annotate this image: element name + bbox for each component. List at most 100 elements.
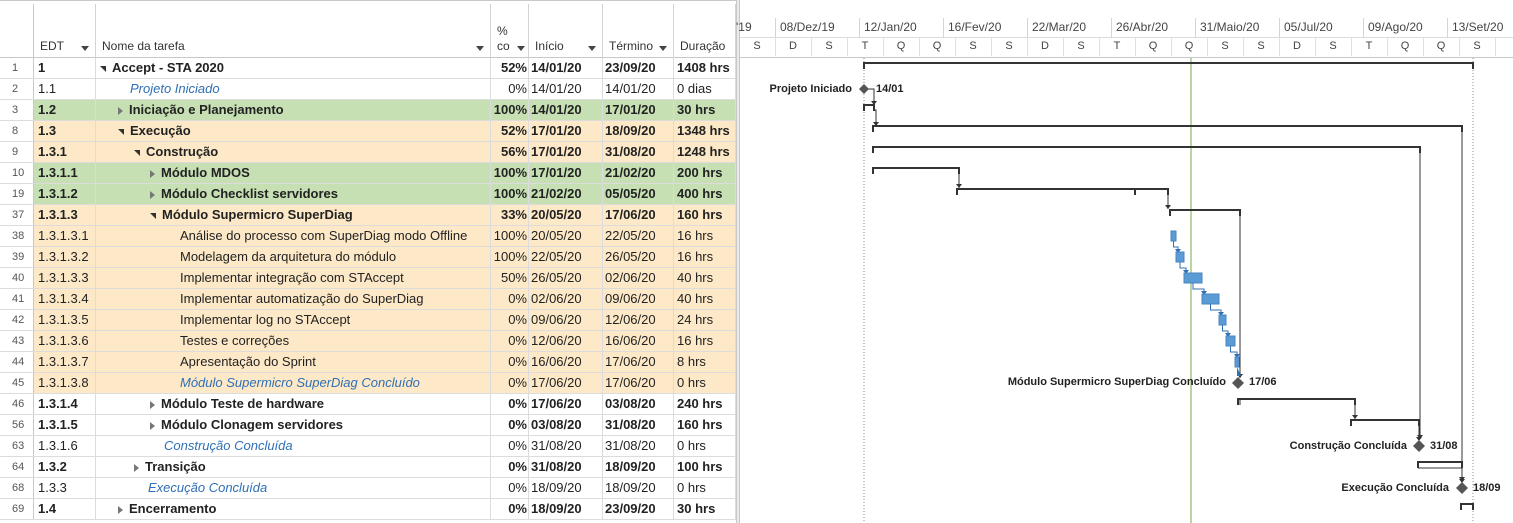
header-task-name[interactable]: Nome da tarefa bbox=[96, 4, 491, 58]
cell-edt[interactable]: 1.1 bbox=[34, 79, 96, 99]
table-row[interactable]: 10 1.3.1.1 Módulo MDOS 100% 17/01/20 21/02/20… bbox=[0, 163, 736, 184]
table-row[interactable]: 68 1.3.3 Execução Concluída 0% 18/09/20 18/09… bbox=[0, 478, 736, 499]
cell-finish[interactable]: 16/06/20 bbox=[603, 331, 674, 351]
cell-task-name[interactable]: Análise do processo com SuperDiag modo O… bbox=[96, 226, 491, 246]
cell-edt[interactable]: 1.3.1.3.3 bbox=[34, 268, 96, 288]
cell-duration[interactable]: 8 hrs bbox=[674, 352, 736, 372]
cell-start[interactable]: 14/01/20 bbox=[529, 79, 603, 99]
cell-task-name[interactable]: Construção bbox=[96, 142, 491, 162]
cell-duration[interactable]: 16 hrs bbox=[674, 247, 736, 267]
table-row[interactable]: 63 1.3.1.6 Construção Concluída 0% 31/08/20 3… bbox=[0, 436, 736, 457]
cell-task-name[interactable]: Projeto Iniciado bbox=[96, 79, 491, 99]
cell-task-name[interactable]: Implementar log no STAccept bbox=[96, 310, 491, 330]
cell-duration[interactable]: 200 hrs bbox=[674, 163, 736, 183]
table-row[interactable]: 64 1.3.2 Transição 0% 31/08/20 18/09/20 100 hr… bbox=[0, 457, 736, 478]
header-percent-complete[interactable]: % co bbox=[491, 4, 529, 58]
cell-start[interactable]: 02/06/20 bbox=[529, 289, 603, 309]
cell-finish[interactable]: 02/06/20 bbox=[603, 268, 674, 288]
row-number[interactable]: 39 bbox=[0, 247, 34, 267]
table-row[interactable]: 69 1.4 Encerramento 0% 18/09/20 23/09/20 30 hr… bbox=[0, 499, 736, 520]
row-number[interactable]: 8 bbox=[0, 121, 34, 141]
cell-finish[interactable]: 17/06/20 bbox=[603, 205, 674, 225]
cell-percent-complete[interactable]: 0% bbox=[491, 457, 529, 477]
collapse-icon[interactable] bbox=[150, 212, 156, 219]
cell-edt[interactable]: 1.3.1.5 bbox=[34, 415, 96, 435]
table-row[interactable]: 42 1.3.1.3.5 Implementar log no STAccept 0%… bbox=[0, 310, 736, 331]
cell-task-name[interactable]: Construção Concluída bbox=[96, 436, 491, 456]
header-edt[interactable]: EDT bbox=[34, 4, 96, 58]
row-number[interactable]: 9 bbox=[0, 142, 34, 162]
cell-percent-complete[interactable]: 0% bbox=[491, 394, 529, 414]
cell-task-name[interactable]: Transição bbox=[96, 457, 491, 477]
cell-finish[interactable]: 22/05/20 bbox=[603, 226, 674, 246]
row-number[interactable]: 19 bbox=[0, 184, 34, 204]
filter-dropdown-icon[interactable] bbox=[517, 46, 525, 51]
cell-edt[interactable]: 1.3.1.1 bbox=[34, 163, 96, 183]
table-row[interactable]: 45 1.3.1.3.8 Módulo Supermicro SuperDiag C… bbox=[0, 373, 736, 394]
cell-start[interactable]: 31/08/20 bbox=[529, 436, 603, 456]
cell-task-name[interactable]: Accept - STA 2020 bbox=[96, 58, 491, 78]
cell-duration[interactable]: 240 hrs bbox=[674, 394, 736, 414]
cell-edt[interactable]: 1.3.1.3 bbox=[34, 205, 96, 225]
cell-start[interactable]: 31/08/20 bbox=[529, 457, 603, 477]
cell-finish[interactable]: 17/06/20 bbox=[603, 352, 674, 372]
cell-duration[interactable]: 1248 hrs bbox=[674, 142, 736, 162]
expand-icon[interactable] bbox=[150, 169, 155, 178]
row-number[interactable]: 37 bbox=[0, 205, 34, 225]
cell-finish[interactable]: 17/06/20 bbox=[603, 373, 674, 393]
row-number[interactable]: 44 bbox=[0, 352, 34, 372]
table-row[interactable]: 1 1 Accept - STA 2020 52% 14/01/20 23/09/20 14… bbox=[0, 58, 736, 79]
row-number[interactable]: 43 bbox=[0, 331, 34, 351]
cell-edt[interactable]: 1.3.1.6 bbox=[34, 436, 96, 456]
cell-finish[interactable]: 23/09/20 bbox=[603, 58, 674, 78]
row-number[interactable]: 10 bbox=[0, 163, 34, 183]
header-duration[interactable]: Duração bbox=[674, 4, 736, 58]
cell-percent-complete[interactable]: 0% bbox=[491, 373, 529, 393]
cell-percent-complete[interactable]: 0% bbox=[491, 415, 529, 435]
cell-percent-complete[interactable]: 0% bbox=[491, 310, 529, 330]
cell-duration[interactable]: 100 hrs bbox=[674, 457, 736, 477]
table-row[interactable]: 41 1.3.1.3.4 Implementar automatização do … bbox=[0, 289, 736, 310]
header-row-number[interactable] bbox=[0, 4, 34, 58]
cell-start[interactable]: 17/01/20 bbox=[529, 142, 603, 162]
expand-icon[interactable] bbox=[150, 190, 155, 199]
cell-task-name[interactable]: Iniciação e Planejamento bbox=[96, 100, 491, 120]
cell-start[interactable]: 22/05/20 bbox=[529, 247, 603, 267]
cell-finish[interactable]: 14/01/20 bbox=[603, 79, 674, 99]
cell-task-name[interactable]: Encerramento bbox=[96, 499, 491, 519]
cell-finish[interactable]: 31/08/20 bbox=[603, 436, 674, 456]
cell-duration[interactable]: 0 hrs bbox=[674, 478, 736, 498]
cell-edt[interactable]: 1.4 bbox=[34, 499, 96, 519]
cell-edt[interactable]: 1.3.2 bbox=[34, 457, 96, 477]
cell-start[interactable]: 14/01/20 bbox=[529, 100, 603, 120]
cell-finish[interactable]: 21/02/20 bbox=[603, 163, 674, 183]
cell-percent-complete[interactable]: 33% bbox=[491, 205, 529, 225]
expand-icon[interactable] bbox=[118, 106, 123, 115]
cell-task-name[interactable]: Execução bbox=[96, 121, 491, 141]
row-number[interactable]: 46 bbox=[0, 394, 34, 414]
cell-start[interactable]: 21/02/20 bbox=[529, 184, 603, 204]
cell-percent-complete[interactable]: 0% bbox=[491, 499, 529, 519]
cell-edt[interactable]: 1.3 bbox=[34, 121, 96, 141]
table-row[interactable]: 8 1.3 Execução 52% 17/01/20 18/09/20 1348 hrs bbox=[0, 121, 736, 142]
cell-percent-complete[interactable]: 100% bbox=[491, 226, 529, 246]
cell-start[interactable]: 20/05/20 bbox=[529, 205, 603, 225]
cell-finish[interactable]: 23/09/20 bbox=[603, 499, 674, 519]
cell-task-name[interactable]: Implementar integração com STAccept bbox=[96, 268, 491, 288]
row-number[interactable]: 64 bbox=[0, 457, 34, 477]
row-number[interactable]: 56 bbox=[0, 415, 34, 435]
collapse-icon[interactable] bbox=[118, 128, 124, 135]
cell-duration[interactable]: 0 hrs bbox=[674, 436, 736, 456]
cell-start[interactable]: 14/01/20 bbox=[529, 58, 603, 78]
cell-duration[interactable]: 16 hrs bbox=[674, 226, 736, 246]
cell-duration[interactable]: 1408 hrs bbox=[674, 58, 736, 78]
row-number[interactable]: 38 bbox=[0, 226, 34, 246]
cell-task-name[interactable]: Testes e correções bbox=[96, 331, 491, 351]
table-row[interactable]: 44 1.3.1.3.7 Apresentação do Sprint 0% 16/06… bbox=[0, 352, 736, 373]
cell-finish[interactable]: 31/08/20 bbox=[603, 142, 674, 162]
row-number[interactable]: 3 bbox=[0, 100, 34, 120]
cell-percent-complete[interactable]: 50% bbox=[491, 268, 529, 288]
cell-edt[interactable]: 1.3.1.3.6 bbox=[34, 331, 96, 351]
row-number[interactable]: 1 bbox=[0, 58, 34, 78]
cell-percent-complete[interactable]: 0% bbox=[491, 478, 529, 498]
